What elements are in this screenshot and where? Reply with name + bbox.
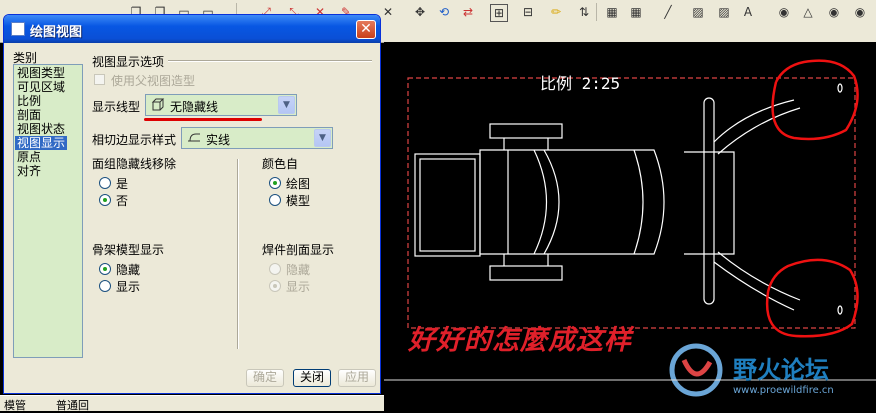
display-style-label: 显示线型 — [92, 100, 141, 114]
section-title: 视图显示选项 — [92, 55, 165, 69]
cube-icon — [151, 98, 165, 111]
category-item-alignment[interactable]: 对齐 — [17, 164, 41, 178]
category-item-origin[interactable]: 原点 — [17, 150, 41, 164]
skeleton-show-label: 显示 — [116, 280, 141, 294]
annotation-underline — [144, 118, 262, 121]
status-strip: 模管 普通回 — [0, 395, 384, 412]
color-model-label: 模型 — [286, 194, 311, 208]
toolbar-line-icon[interactable]: ╱ — [660, 4, 676, 20]
color-model-radio[interactable] — [269, 194, 281, 206]
toolbar-pencil-icon[interactable]: ✏ — [548, 4, 564, 20]
use-parent-style-checkbox[interactable] — [94, 74, 105, 85]
part-body-arc1 — [533, 149, 547, 255]
color-from-label: 颜色自 — [262, 157, 299, 171]
weld-hide-radio[interactable] — [269, 263, 281, 275]
part-hole-top — [837, 83, 843, 93]
toolbar-text-icon[interactable]: A — [740, 4, 756, 20]
quilt-yes-label: 是 — [116, 177, 129, 191]
part-body-arc3 — [633, 149, 644, 255]
part-axle-bottom — [489, 265, 563, 281]
category-list[interactable]: 视图类型 可见区域 比例 剖面 视图状态 视图显示 原点 对齐 — [13, 64, 83, 358]
color-drawing-radio[interactable] — [269, 177, 281, 189]
close-button[interactable]: 关闭 — [293, 369, 331, 387]
use-parent-style-label: 使用父视图造型 — [111, 74, 196, 88]
toolbar-view3-icon[interactable]: ◉ — [826, 4, 842, 20]
category-item-scale[interactable]: 比例 — [17, 94, 41, 108]
quilt-hidden-label: 面组隐藏线移除 — [92, 157, 177, 171]
toolbar-table2-icon[interactable]: ▦ — [628, 4, 644, 20]
chevron-down-icon[interactable]: ▼ — [278, 96, 295, 114]
watermark-url: www.proewildfire.cn — [733, 385, 834, 396]
part-handle-bar — [703, 97, 715, 305]
toolbar-cross-icon[interactable]: ✕ — [380, 4, 396, 20]
toolbar-view1-icon[interactable]: ◉ — [776, 4, 792, 20]
part-front-box — [414, 153, 481, 257]
annotation-circle-bottom — [765, 258, 859, 338]
category-item-visible-area[interactable]: 可见区域 — [17, 80, 65, 94]
ok-button[interactable]: 确定 — [246, 369, 284, 387]
dialog-app-icon — [11, 22, 25, 36]
weld-show-radio[interactable] — [269, 280, 281, 292]
chevron-down-icon[interactable]: ▼ — [314, 129, 331, 147]
part-lower-handle2 — [717, 251, 801, 301]
quilt-yes-radio[interactable] — [99, 177, 111, 189]
part-upper-handle2 — [717, 107, 801, 155]
display-style-value: 无隐藏线 — [170, 100, 219, 114]
toolbar-rotate-icon[interactable]: ⟲ — [436, 4, 452, 20]
drawing-view-dialog: 绘图视图 ✕ 类别 视图类型 可见区域 比例 剖面 视图状态 视图显示 原点 对… — [3, 14, 381, 394]
scale-label: 比例 2:25 — [540, 74, 621, 93]
annotation-caption: 好好的怎麼成这样 — [408, 325, 632, 356]
skeleton-hide-label: 隐藏 — [116, 263, 141, 277]
tangent-style-value: 实线 — [206, 133, 231, 147]
tangent-edge-icon — [188, 133, 200, 142]
part-frame — [684, 151, 735, 255]
weld-hide-label: 隐藏 — [286, 263, 311, 277]
toolbar-view2-icon[interactable]: △ — [800, 4, 816, 20]
weld-section-label: 焊件剖面显示 — [262, 243, 335, 257]
weld-show-label: 显示 — [286, 280, 311, 294]
toolbar-snap-icon[interactable]: ⊞ — [490, 4, 508, 22]
color-drawing-label: 绘图 — [286, 177, 311, 191]
skeleton-show-radio[interactable] — [99, 280, 111, 292]
status-item-2: 普通回 — [56, 399, 89, 412]
dialog-titlebar[interactable]: 绘图视图 ✕ — [4, 15, 380, 43]
annotation-circle-top — [771, 59, 859, 141]
category-item-section[interactable]: 剖面 — [17, 108, 41, 122]
tangent-style-combo[interactable]: 实线 ▼ — [181, 127, 333, 149]
close-icon[interactable]: ✕ — [356, 20, 376, 39]
part-hole-bottom — [837, 305, 843, 315]
display-style-combo[interactable]: 无隐藏线 ▼ — [145, 94, 297, 116]
watermark-logo-icon — [669, 343, 723, 397]
toolbar-table-icon[interactable]: ▦ — [604, 4, 620, 20]
toolbar-view4-icon[interactable]: ◉ — [852, 4, 868, 20]
toolbar-grid-icon[interactable]: ⊟ — [520, 4, 536, 20]
category-item-view-type[interactable]: 视图类型 — [17, 66, 65, 80]
part-axle-top — [489, 123, 563, 139]
dialog-title: 绘图视图 — [30, 25, 83, 40]
part-upper-handle1 — [713, 99, 795, 143]
part-front-box-inner — [419, 158, 476, 252]
category-item-view-state[interactable]: 视图状态 — [17, 122, 65, 136]
apply-button[interactable]: 应用 — [338, 369, 376, 387]
category-item-view-display[interactable]: 视图显示 — [15, 136, 68, 150]
tangent-style-label: 相切边显示样式 — [92, 133, 177, 147]
toolbar-hatch2-icon[interactable]: ▨ — [716, 4, 732, 20]
skeleton-hide-radio[interactable] — [99, 263, 111, 275]
toolbar-hatch-icon[interactable]: ▨ — [690, 4, 706, 20]
quilt-no-label: 否 — [116, 194, 129, 208]
quilt-no-radio[interactable] — [99, 194, 111, 206]
toolbar-align-icon[interactable]: ⇄ — [460, 4, 476, 20]
toolbar-flip-icon[interactable]: ⇅ — [576, 4, 592, 20]
skeleton-display-label: 骨架模型显示 — [92, 243, 165, 257]
toolbar-move-icon[interactable]: ✥ — [412, 4, 428, 20]
watermark-name: 野火论坛 — [733, 356, 829, 384]
status-item-1: 模管 — [4, 399, 26, 412]
